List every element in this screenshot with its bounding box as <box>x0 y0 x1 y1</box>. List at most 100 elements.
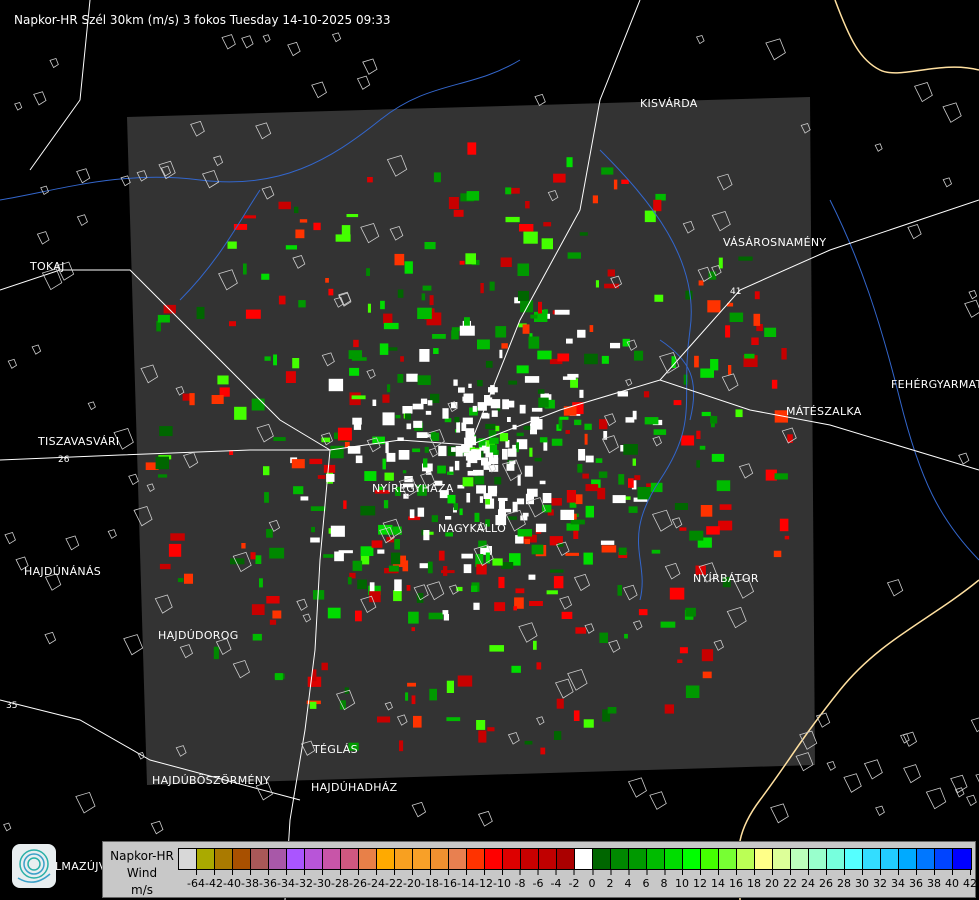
radar-echo <box>599 632 608 643</box>
radar-echo <box>525 493 534 505</box>
settlement-outline <box>815 712 831 728</box>
radar-echo <box>269 547 285 559</box>
radar-echo <box>489 444 498 454</box>
radar-echo <box>382 394 390 403</box>
radar-echo <box>477 339 490 350</box>
legend-swatch <box>773 849 791 869</box>
radar-echo <box>264 492 269 503</box>
settlement-outline <box>356 75 371 90</box>
radar-echo <box>534 457 542 462</box>
radar-echo <box>394 579 402 592</box>
radar-echo <box>597 487 606 500</box>
radar-echo <box>251 604 265 615</box>
radar-echo <box>423 458 428 468</box>
radar-echo <box>263 466 270 476</box>
city-label: TISZAVASVÁRI <box>38 435 120 448</box>
city-label: HAJDÚHADHÁZ <box>311 781 398 794</box>
radar-echo <box>465 452 473 461</box>
radar-echo <box>773 550 782 558</box>
radar-echo <box>529 447 533 457</box>
radar-echo <box>660 621 676 628</box>
radar-echo <box>601 545 617 553</box>
radar-map[interactable]: 26 35 41 <box>0 0 979 900</box>
radar-echo <box>323 464 336 473</box>
settlement-outline <box>478 810 493 827</box>
radar-echo <box>429 688 437 701</box>
legend-tick: 22 <box>783 869 797 890</box>
radar-echo <box>377 716 391 723</box>
radar-echo <box>566 490 576 503</box>
settlement-outline <box>914 82 933 103</box>
radar-echo <box>447 471 454 475</box>
legend-tick: -34 <box>277 869 295 890</box>
radar-echo <box>328 378 344 392</box>
radar-echo <box>679 647 688 654</box>
radar-echo <box>471 585 478 592</box>
radar-echo <box>584 433 588 445</box>
radar-echo <box>388 565 399 572</box>
radar-echo <box>325 278 329 283</box>
radar-echo <box>516 365 529 374</box>
settlement-outline <box>287 41 301 57</box>
radar-echo <box>177 578 184 583</box>
radar-echo <box>421 293 426 301</box>
radar-echo <box>458 387 465 393</box>
radar-echo <box>397 289 404 298</box>
radar-echo <box>445 516 452 520</box>
radar-echo <box>517 529 532 537</box>
city-label: HAJDÚBÖSZÖRMÉNY <box>152 774 271 787</box>
radar-echo <box>516 498 525 505</box>
radar-echo <box>380 300 385 310</box>
radar-echo <box>621 179 629 184</box>
legend-tick: 16 <box>729 869 743 890</box>
legend-tick: 2 <box>607 869 614 890</box>
radar-echo <box>465 436 477 446</box>
radar-echo <box>644 417 659 425</box>
napkor-logo <box>12 844 56 888</box>
radar-echo <box>285 371 296 383</box>
legend-swatch <box>737 849 755 869</box>
radar-echo <box>158 474 168 478</box>
radar-echo <box>443 566 448 576</box>
legend-swatch <box>665 849 683 869</box>
road-number-35: 35 <box>6 701 17 711</box>
radar-echo <box>311 526 315 533</box>
radar-echo <box>539 480 546 485</box>
legend-tick: -26 <box>349 869 367 890</box>
radar-echo <box>585 505 594 518</box>
radar-echo <box>408 611 419 624</box>
radar-echo <box>243 215 256 219</box>
radar-echo <box>346 214 359 218</box>
legend-tick: 20 <box>765 869 779 890</box>
road-number-26: 26 <box>58 455 70 465</box>
radar-echo <box>447 494 456 504</box>
radar-echo <box>406 423 412 430</box>
settlement-outline <box>262 34 271 43</box>
legend-tick: 8 <box>661 869 668 890</box>
radar-echo <box>364 471 377 481</box>
radar-echo <box>480 283 484 294</box>
radar-echo <box>269 619 277 625</box>
radar-echo <box>784 535 790 540</box>
radar-echo <box>518 290 529 301</box>
legend-title: Napkor-HR Wind m/s <box>107 848 177 899</box>
radar-echo <box>566 338 573 344</box>
legend-swatch <box>953 849 971 869</box>
legend-tick: 10 <box>675 869 689 890</box>
legend-swatch <box>881 849 899 869</box>
radar-echo <box>383 500 389 509</box>
legend-tick: 14 <box>711 869 725 890</box>
radar-echo <box>600 540 615 545</box>
radar-echo <box>417 307 432 319</box>
radar-echo <box>292 358 300 369</box>
radar-echo <box>487 727 495 732</box>
city-label: HAJDÚDOROG <box>158 629 239 642</box>
radar-echo <box>617 585 622 596</box>
settlement-outline <box>942 177 953 188</box>
radar-echo <box>531 544 544 555</box>
radar-echo <box>385 442 389 454</box>
radar-echo <box>347 577 352 585</box>
radar-echo <box>473 469 484 476</box>
radar-echo <box>184 573 193 584</box>
radar-echo <box>310 537 320 543</box>
